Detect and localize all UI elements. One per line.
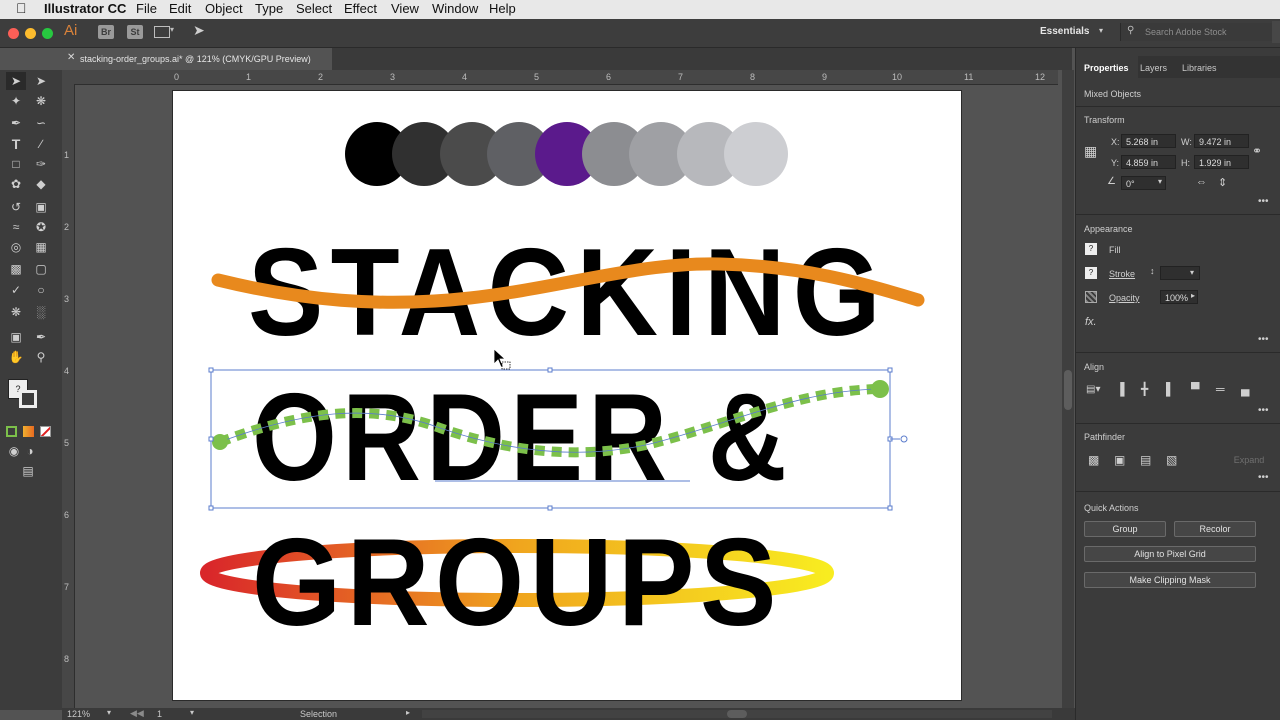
align-right-icon[interactable]: ▌ — [1166, 382, 1175, 396]
color-circle-9[interactable] — [724, 122, 788, 186]
panel-divider — [1076, 352, 1280, 353]
constrain-proportions-icon[interactable]: ⚭ — [1252, 144, 1262, 158]
zoom-level[interactable]: 121% — [67, 709, 90, 719]
h-label: H: — [1181, 158, 1190, 168]
headline-order[interactable]: ORDER & — [252, 369, 792, 507]
x-position-field[interactable]: 5.268 in — [1121, 134, 1176, 148]
stroke-weight-stepper-icon[interactable]: ↕ — [1150, 266, 1155, 276]
fx-effects-button[interactable]: fx. — [1085, 316, 1097, 328]
zoom-chevron-icon[interactable]: ▾ — [107, 708, 111, 717]
more-options-icon[interactable]: ••• — [1258, 472, 1269, 483]
align-heading: Align — [1084, 362, 1105, 372]
panel-divider — [1076, 214, 1280, 215]
properties-panel: Properties Layers Libraries Mixed Object… — [1075, 48, 1280, 720]
bbox-handle[interactable] — [887, 367, 893, 373]
horizontal-scrollbar[interactable] — [422, 710, 1052, 718]
panel-divider — [1076, 106, 1280, 107]
opacity-icon — [1085, 291, 1097, 303]
green-path-start-dot[interactable] — [212, 434, 228, 450]
align-to-pixel-grid-button[interactable]: Align to Pixel Grid — [1084, 546, 1256, 562]
w-label: W: — [1181, 137, 1192, 147]
bbox-handle[interactable] — [208, 505, 214, 511]
y-position-field[interactable]: 4.859 in — [1121, 155, 1176, 169]
tab-layers[interactable]: Layers — [1140, 63, 1167, 73]
panel-divider — [1076, 423, 1280, 424]
rotate-angle-icon: ∠ — [1107, 176, 1116, 187]
selection-type-label: Mixed Objects — [1084, 89, 1142, 99]
flip-vertical-icon[interactable]: ⇕ — [1218, 176, 1227, 189]
x-label: X: — [1111, 137, 1120, 147]
y-label: Y: — [1111, 158, 1120, 168]
expand-button[interactable]: Expand — [1226, 453, 1272, 469]
first-artboard-icon[interactable]: ◀◀ — [130, 708, 144, 719]
artboard-chevron-icon[interactable]: ▾ — [190, 708, 194, 717]
pathfinder-minus-front-icon[interactable]: ▣ — [1114, 453, 1125, 467]
bbox-handle[interactable] — [208, 436, 214, 442]
stroke-swatch-icon[interactable]: ? — [1085, 267, 1097, 279]
tab-properties[interactable]: Properties — [1084, 63, 1129, 73]
quick-actions-heading: Quick Actions — [1084, 503, 1139, 513]
fill-swatch-icon[interactable]: ? — [1085, 243, 1097, 255]
stroke-label[interactable]: Stroke — [1109, 269, 1135, 279]
pathfinder-exclude-icon[interactable]: ▧ — [1166, 453, 1177, 467]
align-horizontal-center-icon[interactable]: ╋ — [1141, 382, 1148, 396]
green-path-end-dot[interactable] — [871, 380, 889, 398]
bbox-handle[interactable] — [547, 367, 553, 373]
headline-stacking[interactable]: STACKING — [248, 224, 888, 362]
make-clipping-mask-button[interactable]: Make Clipping Mask — [1084, 572, 1256, 588]
current-tool-status[interactable]: Selection — [300, 709, 337, 719]
pathfinder-unite-icon[interactable]: ▩ — [1088, 453, 1099, 467]
status-bar: 121% ▾ ◀◀ 1 ▾ Selection ▸ — [62, 708, 1075, 720]
appearance-heading: Appearance — [1084, 224, 1133, 234]
bbox-handle[interactable] — [208, 367, 214, 373]
artboard-number[interactable]: 1 — [157, 709, 162, 719]
stroke-weight-chevron-icon[interactable]: ▾ — [1190, 268, 1194, 277]
align-vertical-center-icon[interactable]: ═ — [1216, 382, 1225, 396]
transform-heading: Transform — [1084, 115, 1125, 125]
headline-groups[interactable]: GROUPS — [252, 514, 782, 652]
more-options-icon[interactable]: ••• — [1258, 334, 1269, 345]
opacity-label[interactable]: Opacity — [1109, 293, 1140, 303]
height-field[interactable]: 1.929 in — [1194, 155, 1249, 169]
fill-label: Fill — [1109, 245, 1121, 255]
more-options-icon[interactable]: ••• — [1258, 196, 1269, 207]
tab-libraries[interactable]: Libraries — [1182, 63, 1217, 73]
recolor-button[interactable]: Recolor — [1174, 521, 1256, 537]
pathfinder-intersect-icon[interactable]: ▤ — [1140, 453, 1151, 467]
width-field[interactable]: 9.472 in — [1194, 134, 1249, 148]
bbox-handle[interactable] — [887, 505, 893, 511]
group-button[interactable]: Group — [1084, 521, 1166, 537]
flip-horizontal-icon[interactable]: ⇔ — [1196, 176, 1207, 188]
horizontal-scroll-thumb[interactable] — [727, 710, 747, 718]
opacity-chevron-icon[interactable]: ▸ — [1191, 291, 1195, 300]
panel-divider — [1076, 491, 1280, 492]
align-bottom-icon[interactable]: ▄ — [1241, 382, 1250, 396]
align-to-icon[interactable]: ▤▾ — [1086, 384, 1100, 395]
reference-point-icon[interactable]: ▦ — [1084, 143, 1097, 160]
pathfinder-heading: Pathfinder — [1084, 432, 1126, 442]
align-left-icon[interactable]: ▐ — [1116, 382, 1125, 396]
angle-dropdown-chevron-icon[interactable]: ▾ — [1158, 177, 1162, 186]
align-top-icon[interactable]: ▀ — [1191, 382, 1200, 396]
bbox-rotate-widget[interactable] — [900, 435, 908, 443]
status-menu-arrow-icon[interactable]: ▸ — [406, 708, 410, 717]
bbox-handle[interactable] — [547, 505, 553, 511]
more-options-icon[interactable]: ••• — [1258, 405, 1269, 416]
